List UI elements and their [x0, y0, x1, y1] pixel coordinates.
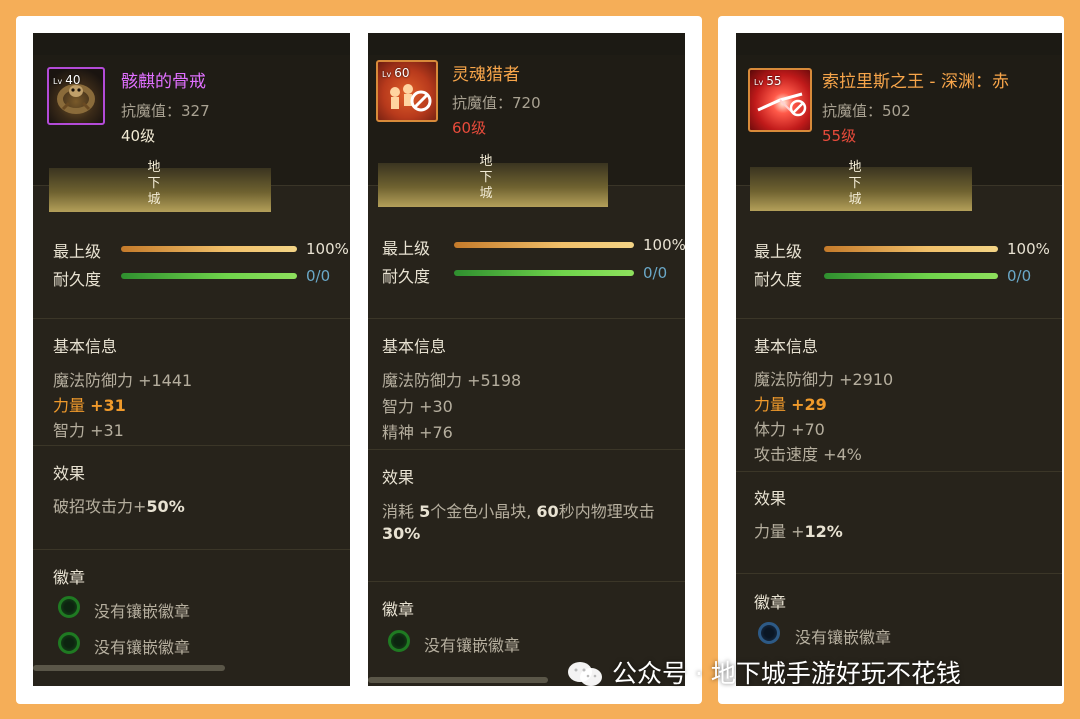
item-header: Lv 40 骸麒的骨戒 抗魔值：327 40级 — [33, 55, 350, 186]
effect-heading: 效果 — [53, 464, 86, 483]
stat-strength: 力量 +31 — [53, 396, 126, 415]
divider — [736, 318, 1062, 319]
effect-heading: 效果 — [754, 489, 787, 508]
effect-text-line-2: 30% — [382, 524, 421, 543]
max-level-label: 最上级 — [382, 239, 431, 258]
basic-info-heading: 基本信息 — [382, 337, 447, 356]
max-level-value: 100% — [306, 240, 349, 258]
top-strip — [33, 33, 350, 55]
emblem-heading: 徽章 — [53, 568, 86, 587]
emblem-heading: 徽章 — [754, 593, 787, 612]
emblem-socket-1[interactable] — [388, 630, 410, 652]
emblem-socket-1-label: 没有镶嵌徽章 — [424, 636, 521, 655]
skull-ring-icon[interactable]: Lv 40 — [47, 67, 105, 125]
stat-magic-defense: 魔法防御力 +5198 — [382, 371, 522, 390]
effect-text: 力量 +12% — [754, 522, 843, 541]
stat-intelligence: 智力 +30 — [382, 397, 453, 416]
item-panel-3: Lv 55 索拉里斯之王 - 深渊：赤 抗魔值：502 55级 地下城 最上级 1… — [736, 33, 1062, 686]
effect-text-line-1: 消耗 5个金色小晶块, 60秒内物理攻击 — [382, 502, 655, 521]
durability-label: 耐久度 — [382, 267, 431, 286]
horizontal-scrollbar[interactable] — [33, 665, 225, 671]
emblem-socket-2[interactable] — [58, 632, 80, 654]
emblem-heading: 徽章 — [382, 600, 415, 619]
divider — [368, 449, 685, 450]
max-level-bar — [121, 246, 297, 252]
max-level-label: 最上级 — [53, 242, 102, 261]
divider — [736, 573, 1062, 574]
stat-spirit: 精神 +76 — [382, 423, 453, 442]
item-name: 索拉里斯之王 - 深渊：赤 — [822, 72, 1009, 92]
max-level-value: 100% — [1007, 240, 1050, 258]
emblem-socket-2-label: 没有镶嵌徽章 — [94, 638, 191, 657]
item-level-badge: Lv 55 — [754, 74, 782, 88]
tab-dungeon-label: 地下城 — [147, 160, 161, 207]
durability-value: 0/0 — [643, 264, 668, 282]
magic-resist: 抗魔值：720 — [452, 94, 541, 112]
max-level-bar — [824, 246, 998, 252]
item-name: 灵魂猎者 — [452, 65, 520, 85]
tab-dungeon[interactable] — [378, 163, 608, 207]
soul-hunter-icon[interactable]: Lv 60 — [376, 60, 438, 122]
stat-vitality: 体力 +70 — [754, 420, 825, 439]
tab-dungeon-label: 地下城 — [479, 154, 493, 201]
durability-bar — [454, 270, 634, 276]
horizontal-scrollbar[interactable] — [368, 677, 548, 683]
stat-attack-speed: 攻击速度 +4% — [754, 445, 862, 464]
item-level-badge: Lv 40 — [53, 73, 81, 87]
top-strip — [736, 33, 1062, 55]
divider — [368, 581, 685, 582]
effect-text: 破招攻击力+50% — [53, 497, 185, 516]
required-level: 55级 — [822, 127, 857, 145]
required-level: 60级 — [452, 119, 487, 137]
top-strip — [368, 33, 685, 55]
emblem-socket-1-label: 没有镶嵌徽章 — [795, 628, 892, 647]
divider — [33, 318, 350, 319]
wechat-icon — [568, 662, 602, 686]
item-level-badge: Lv 60 — [382, 66, 410, 80]
emblem-socket-1[interactable] — [58, 596, 80, 618]
durability-bar — [824, 273, 998, 279]
stat-intelligence: 智力 +31 — [53, 421, 124, 440]
divider — [368, 318, 685, 319]
divider — [33, 549, 350, 550]
durability-value: 0/0 — [306, 267, 331, 285]
durability-value: 0/0 — [1007, 267, 1032, 285]
emblem-socket-1[interactable] — [758, 622, 780, 644]
max-level-bar — [454, 242, 634, 248]
item-panel-1: Lv 40 骸麒的骨戒 抗魔值：327 40级 地下城 最上级 100% 耐久度 … — [33, 33, 350, 686]
item-name: 骸麒的骨戒 — [121, 72, 206, 92]
tab-dungeon-label: 地下城 — [848, 160, 862, 207]
watermark-text: 公众号 · 地下城手游好玩不花钱 — [612, 659, 961, 688]
stat-magic-defense: 魔法防御力 +1441 — [53, 371, 193, 390]
stat-strength: 力量 +29 — [754, 395, 827, 414]
divider — [736, 471, 1062, 472]
durability-label: 耐久度 — [754, 270, 803, 289]
basic-info-heading: 基本信息 — [53, 337, 118, 356]
required-level: 40级 — [121, 127, 156, 145]
durability-label: 耐久度 — [53, 270, 102, 289]
item-panel-2: Lv 60 灵魂猎者 抗魔值：720 60级 地下城 最上级 100% 耐久度 0… — [368, 33, 685, 686]
max-level-value: 100% — [643, 236, 685, 254]
max-level-label: 最上级 — [754, 242, 803, 261]
divider — [33, 445, 350, 446]
solaris-king-icon[interactable]: Lv 55 — [748, 68, 812, 132]
basic-info-heading: 基本信息 — [754, 337, 819, 356]
effect-heading: 效果 — [382, 468, 415, 487]
stat-magic-defense: 魔法防御力 +2910 — [754, 370, 894, 389]
magic-resist: 抗魔值：502 — [822, 102, 911, 120]
magic-resist: 抗魔值：327 — [121, 102, 210, 120]
emblem-socket-1-label: 没有镶嵌徽章 — [94, 602, 191, 621]
durability-bar — [121, 273, 297, 279]
